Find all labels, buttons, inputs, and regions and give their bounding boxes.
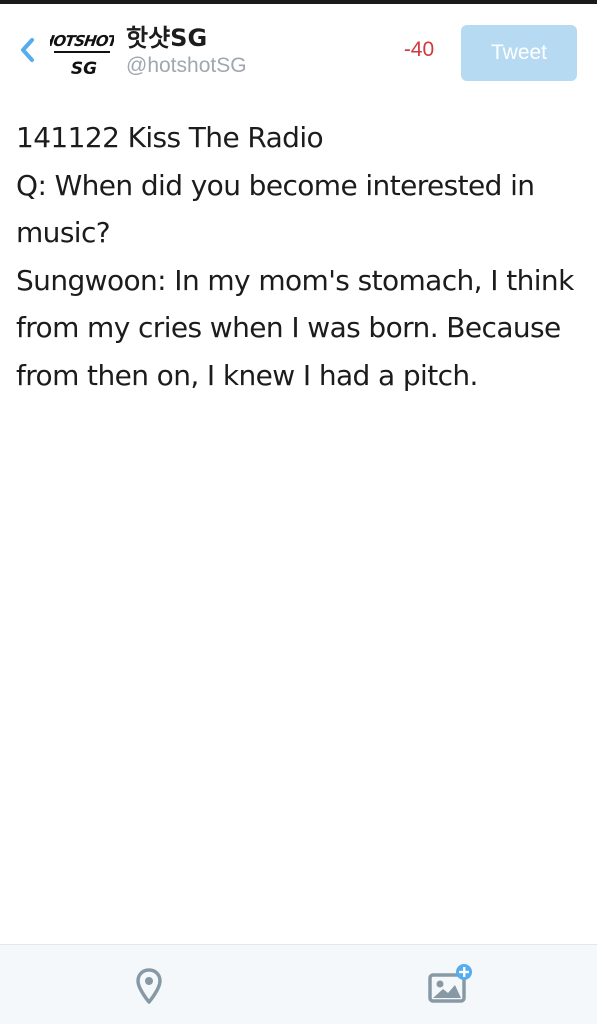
svg-text:SG: SG <box>71 59 97 79</box>
compose-toolbar <box>0 944 597 1024</box>
tweet-text-line: 141122 Kiss The Radio <box>16 121 324 154</box>
location-button[interactable] <box>130 965 168 1007</box>
tweet-text-line: music? <box>16 216 111 249</box>
svg-text:HOTSHOT: HOTSHOT <box>50 32 114 50</box>
compose-header: HOTSHOT SG 핫샷SG @hotshotSG -40 Tweet <box>0 4 597 94</box>
add-photo-button[interactable] <box>424 961 476 1007</box>
user-handle: @hotshotSG <box>126 54 247 77</box>
tweet-button[interactable]: Tweet <box>461 25 577 81</box>
tweet-text-line: from then on, I knew I had a pitch. <box>16 358 478 392</box>
avatar[interactable]: HOTSHOT SG <box>41 22 121 80</box>
compose-tweet-screen: HOTSHOT SG 핫샷SG @hotshotSG -40 Tweet 141… <box>0 0 597 1024</box>
tweet-text-area[interactable]: 141122 Kiss The Radio Q: When did you be… <box>16 114 581 399</box>
add-photo-icon <box>428 964 472 1003</box>
tweet-text-line: from my cries when I was born. Because <box>16 311 561 344</box>
hotshot-logo: HOTSHOT SG <box>41 32 121 79</box>
location-pin-icon <box>136 968 162 1004</box>
tweet-text-line: Q: When did you become interested in <box>16 168 535 202</box>
tweet-text-line: Sungwoon: In my mom's stomach, I think <box>16 263 574 297</box>
character-count: -40 <box>403 38 435 61</box>
back-button[interactable] <box>14 34 40 66</box>
chevron-left-icon <box>21 38 34 62</box>
display-name: 핫샷SG <box>126 24 208 52</box>
